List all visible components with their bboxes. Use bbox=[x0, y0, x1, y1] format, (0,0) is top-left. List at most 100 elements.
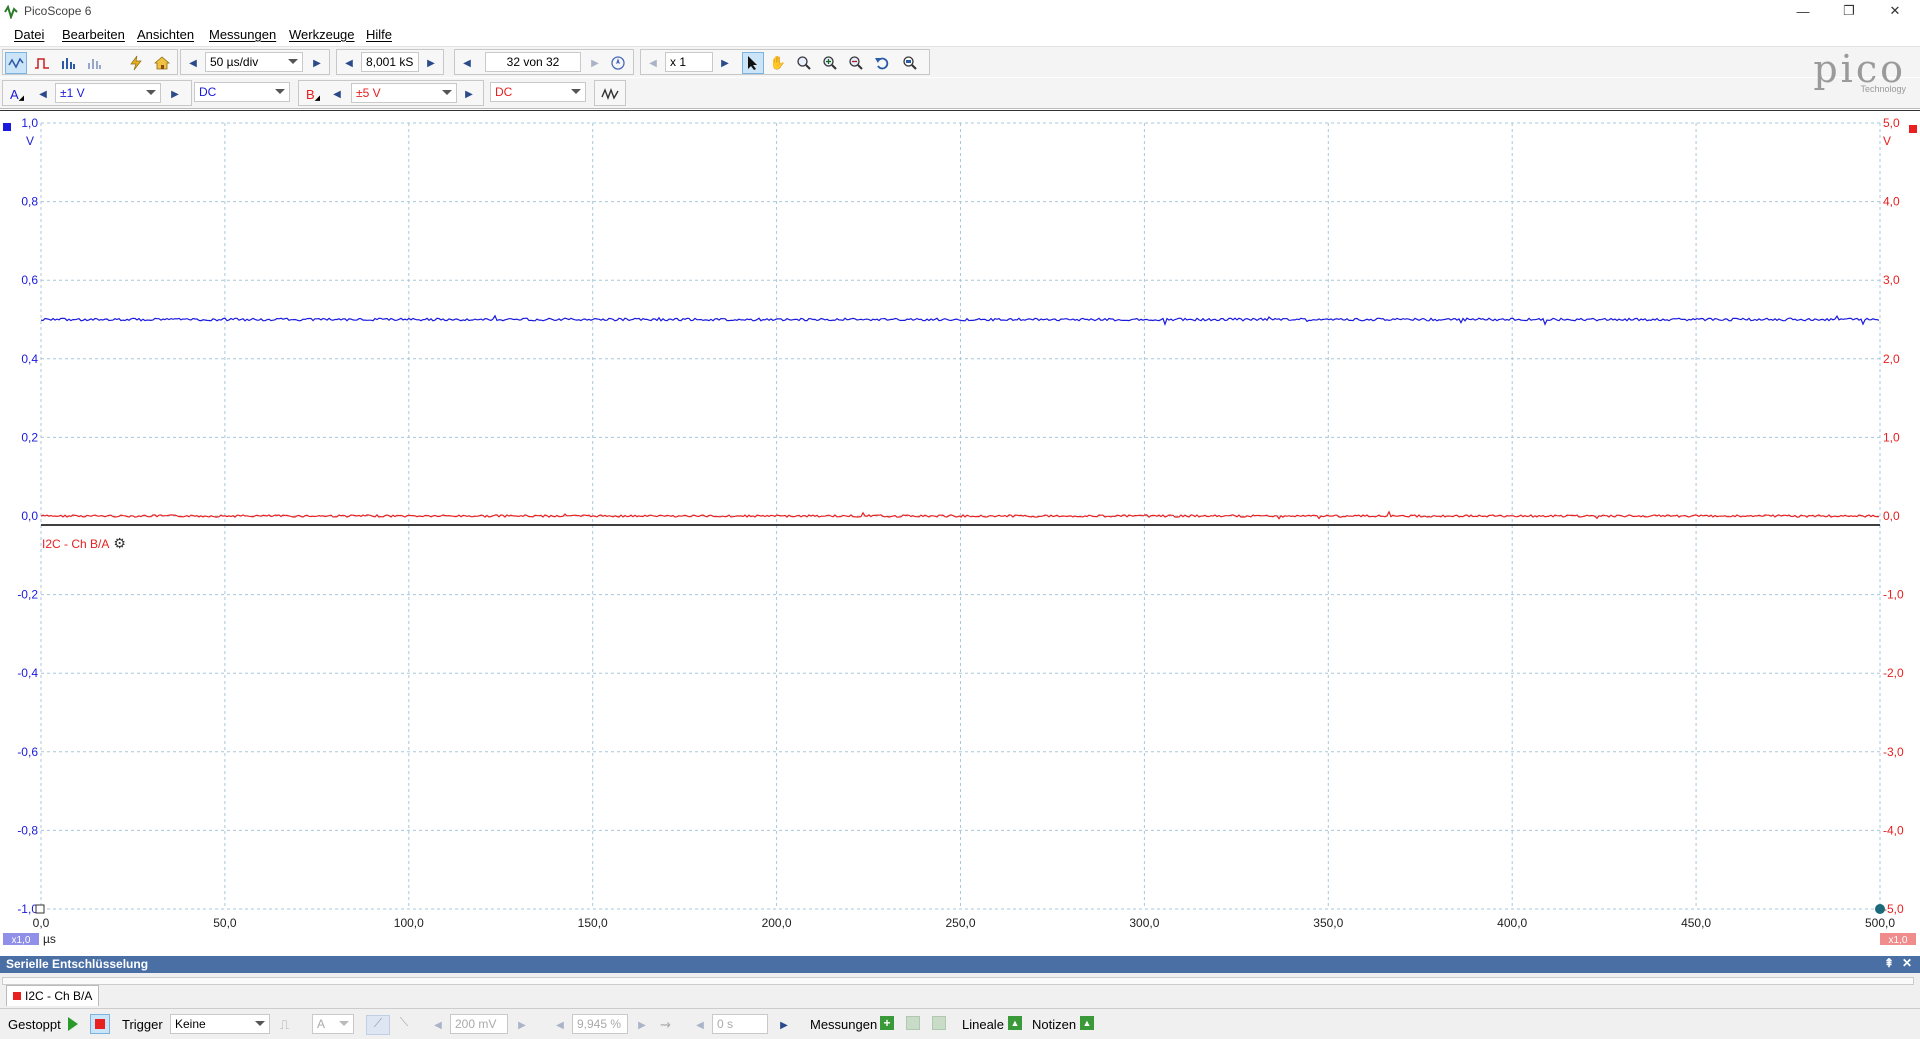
buffer-next-arrow[interactable]: ▶ bbox=[585, 53, 605, 73]
timebase-select[interactable]: 50 µs/div bbox=[205, 52, 303, 72]
timebase-prev-arrow[interactable]: ◀ bbox=[183, 53, 203, 73]
samples-next-arrow[interactable]: ▶ bbox=[421, 53, 441, 73]
close-button[interactable]: ✕ bbox=[1872, 0, 1918, 22]
gear-icon[interactable]: ⚙ bbox=[113, 535, 126, 552]
left-scale-label: x1,0 bbox=[12, 935, 31, 946]
channel-b-range-next-arrow[interactable]: ▶ bbox=[459, 84, 479, 104]
samples-prev-arrow[interactable]: ◀ bbox=[339, 53, 359, 73]
x-tick-label: 0,0 bbox=[33, 916, 50, 930]
rising-edge-button[interactable]: ⟋ bbox=[366, 1015, 390, 1035]
channel-color-swatch bbox=[13, 992, 21, 1000]
trigger-mode-select[interactable]: Keine bbox=[170, 1014, 270, 1034]
channel-a-range-next-arrow[interactable]: ▶ bbox=[165, 84, 185, 104]
zoom-overview-button[interactable] bbox=[899, 52, 921, 74]
channel-a-range-prev-arrow[interactable]: ◀ bbox=[33, 84, 53, 104]
menu-datei[interactable]: Datei bbox=[14, 27, 44, 42]
y-tick-label-right: -4,0 bbox=[1883, 823, 1904, 837]
pretrigger-prev-arrow[interactable]: ◀ bbox=[550, 1015, 570, 1035]
minimize-button[interactable]: — bbox=[1780, 0, 1826, 22]
menu-ansichten[interactable]: Ansichten bbox=[137, 27, 194, 42]
x-tick-label: 50,0 bbox=[213, 916, 237, 930]
zoom-in-button[interactable] bbox=[819, 52, 841, 74]
pointer-tool-button[interactable] bbox=[742, 52, 764, 74]
timebase-next-arrow[interactable]: ▶ bbox=[307, 53, 327, 73]
menu-hilfe[interactable]: Hilfe bbox=[366, 27, 392, 42]
start-capture-icon[interactable] bbox=[68, 1017, 78, 1031]
buffer-prev-arrow[interactable]: ◀ bbox=[457, 53, 477, 73]
channel-a-options-button[interactable]: A ◢ bbox=[5, 83, 29, 105]
x-tick-label: 250,0 bbox=[945, 916, 975, 930]
channel-b-axis-marker[interactable] bbox=[1909, 125, 1917, 133]
y-tick-label-right: -5,0 bbox=[1883, 902, 1904, 916]
ruler-handle-right[interactable] bbox=[1875, 904, 1885, 914]
close-icon: ✕ bbox=[1889, 3, 1901, 18]
persistence-mode-button[interactable] bbox=[31, 52, 53, 74]
math-channels-button[interactable] bbox=[599, 83, 621, 105]
spectrum-mode-icon bbox=[62, 58, 75, 69]
restore-button[interactable]: ❐ bbox=[1826, 0, 1872, 22]
histogram-mode-button[interactable] bbox=[83, 52, 105, 74]
threshold-prev-arrow[interactable]: ◀ bbox=[428, 1015, 448, 1035]
tab-i2c-ch-b-a[interactable]: I2C - Ch B/A bbox=[6, 985, 100, 1006]
channel-b-options-button[interactable]: B ◢ bbox=[301, 83, 325, 105]
pin-icon[interactable]: ⇞ bbox=[1884, 956, 1894, 970]
menu-messungen[interactable]: Messungen bbox=[209, 27, 276, 42]
zoom-area-button[interactable] bbox=[793, 52, 815, 74]
spectrum-mode-button[interactable] bbox=[57, 52, 79, 74]
home-button[interactable] bbox=[151, 52, 173, 74]
i2c-decode-label[interactable]: I2C - Ch B/A ⚙ bbox=[42, 535, 126, 552]
samples-field[interactable]: 8,001 kS bbox=[361, 52, 419, 72]
panel-close-icon[interactable]: ✕ bbox=[1902, 956, 1912, 970]
x-tick-label: 350,0 bbox=[1313, 916, 1343, 930]
scope-view[interactable]: 0,0 50,0 100,0 150,0 200,0 250,0 300,0 350,0 400… bbox=[0, 110, 1920, 951]
ruler-handle-left[interactable] bbox=[35, 904, 45, 914]
rulers-expand-icon[interactable]: ▲ bbox=[1008, 1016, 1022, 1030]
chevron-down-icon bbox=[339, 1021, 349, 1026]
buffer-group: ◀ 32 von 32 ▶ bbox=[454, 49, 634, 75]
channel-b-range-select[interactable]: ±5 V bbox=[351, 83, 457, 103]
pretrigger-next-arrow[interactable]: ▶ bbox=[632, 1015, 652, 1035]
scope-mode-button[interactable] bbox=[5, 52, 27, 74]
zoom-next-arrow[interactable]: ▶ bbox=[715, 53, 735, 73]
channel-a-range-select[interactable]: ±1 V bbox=[55, 83, 161, 103]
channel-b-group: B ◢ ◀ ±5 V ▶ bbox=[298, 80, 484, 106]
delay-next-arrow[interactable]: ▶ bbox=[774, 1015, 794, 1035]
threshold-next-arrow[interactable]: ▶ bbox=[512, 1015, 532, 1035]
delete-measurement-icon[interactable] bbox=[932, 1016, 946, 1030]
zoom-field[interactable]: x 1 bbox=[665, 52, 713, 72]
y-tick-label-left: -0,8 bbox=[17, 823, 38, 837]
pretrigger-field[interactable]: 9,945 % bbox=[572, 1014, 628, 1034]
menu-werkzeuge[interactable]: Werkzeuge bbox=[289, 27, 355, 42]
zoom-prev-arrow[interactable]: ◀ bbox=[643, 53, 663, 73]
channel-b-coupling-select[interactable]: DC bbox=[490, 82, 586, 102]
add-measurement-icon[interactable]: + bbox=[880, 1016, 894, 1030]
zoom-group: ◀ x 1 ▶ ✋ bbox=[640, 49, 930, 75]
stop-capture-button[interactable] bbox=[90, 1014, 110, 1034]
trigger-channel-select[interactable]: A bbox=[312, 1014, 354, 1034]
zoom-out-button[interactable] bbox=[845, 52, 867, 74]
y-tick-label-right: -3,0 bbox=[1883, 745, 1904, 759]
buffer-navigator-button[interactable] bbox=[607, 52, 629, 74]
notes-expand-icon[interactable]: ▲ bbox=[1080, 1016, 1094, 1030]
falling-edge-button[interactable]: ⟍ bbox=[394, 1015, 414, 1035]
undo-zoom-button[interactable] bbox=[871, 52, 893, 74]
channel-a-coupling-select[interactable]: DC bbox=[194, 82, 290, 102]
probe-wizard-button[interactable] bbox=[125, 52, 147, 74]
y-tick-label-right: -2,0 bbox=[1883, 666, 1904, 680]
channel-a-axis-marker[interactable] bbox=[3, 123, 11, 131]
edit-measurement-icon[interactable] bbox=[906, 1016, 920, 1030]
channel-toolbar: A ◢ ◀ ±1 V ▶ DC B ◢ ◀ ±5 V ▶ DC bbox=[0, 78, 1920, 109]
scope-plot[interactable]: 0,0 50,0 100,0 150,0 200,0 250,0 300,0 350,0 400… bbox=[0, 111, 1920, 951]
hand-tool-button[interactable]: ✋ bbox=[767, 52, 789, 74]
y-tick-label-left: 0,0 bbox=[21, 509, 38, 523]
trigger-delay-field[interactable]: 0 s bbox=[712, 1014, 768, 1034]
buffer-field[interactable]: 32 von 32 bbox=[485, 52, 581, 72]
y-tick-label-left: -1,0 bbox=[17, 902, 38, 916]
menu-bearbeiten[interactable]: Bearbeiten bbox=[62, 27, 125, 42]
trigger-threshold-field[interactable]: 200 mV bbox=[450, 1014, 508, 1034]
trigger-advanced-icon[interactable]: ⎍ bbox=[280, 1017, 289, 1033]
channel-b-range-prev-arrow[interactable]: ◀ bbox=[327, 84, 347, 104]
delay-prev-arrow[interactable]: ◀ bbox=[690, 1015, 710, 1035]
zoom-area-icon bbox=[797, 56, 811, 70]
trigger-delay-icon[interactable]: ⇝ bbox=[660, 1017, 671, 1033]
